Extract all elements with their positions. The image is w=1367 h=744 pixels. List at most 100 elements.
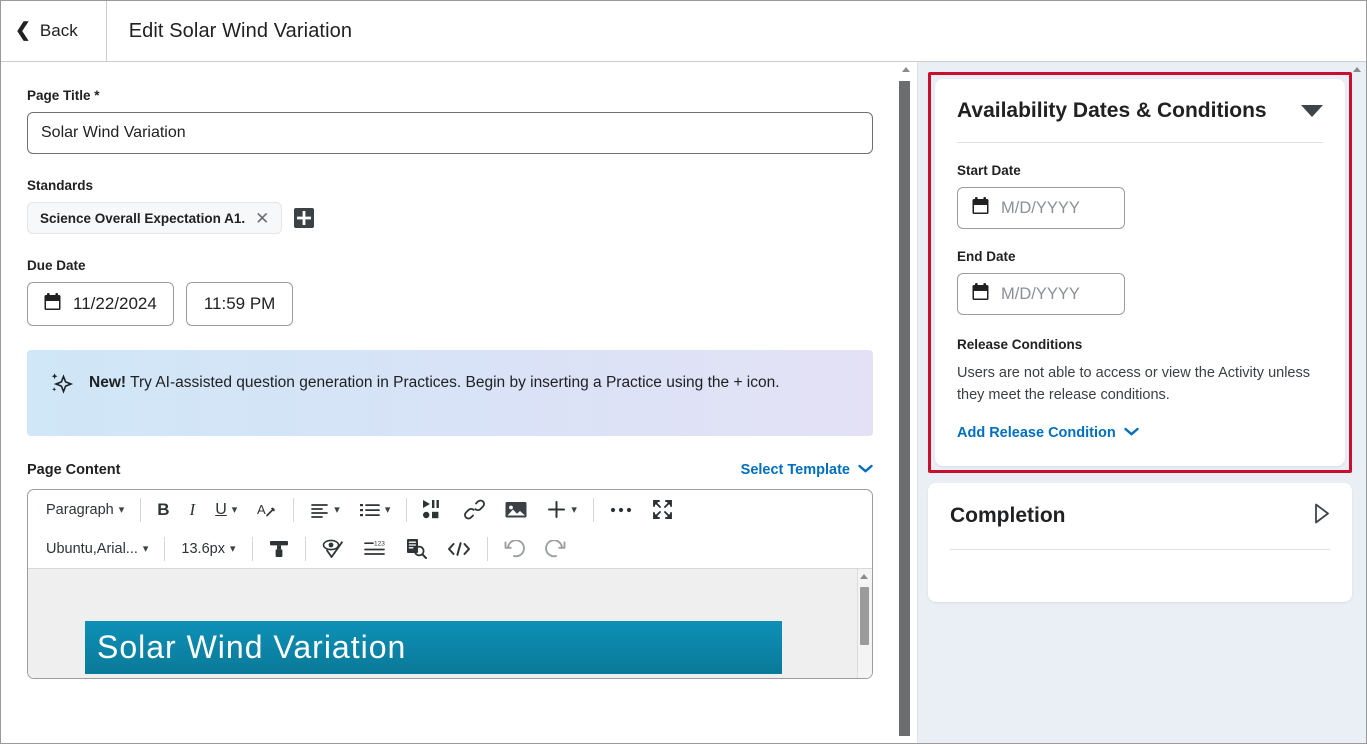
insert-link-icon[interactable] — [454, 495, 495, 525]
completion-card-header[interactable]: Completion — [950, 503, 1330, 529]
chevron-down-icon: ▾ — [384, 504, 391, 516]
more-options-icon[interactable] — [600, 495, 642, 525]
ai-promo-body: Try AI-assisted question generation in P… — [126, 374, 780, 391]
add-standard-button[interactable] — [294, 208, 315, 228]
italic-button[interactable]: I — [180, 495, 206, 525]
editor-scrollbar[interactable] — [857, 569, 872, 678]
source-code-icon[interactable] — [437, 534, 481, 564]
format-painter-icon[interactable] — [259, 534, 299, 564]
align-left-icon — [310, 502, 329, 518]
underline-button[interactable]: U ▾ — [205, 495, 247, 525]
font-size-label: 13.6px — [181, 540, 225, 557]
paragraph-style-label: Paragraph — [46, 501, 114, 518]
start-date-input[interactable]: M/D/YYYY — [957, 187, 1125, 229]
availability-card: Availability Dates & Conditions Start Da… — [935, 79, 1345, 466]
editor-content-canvas[interactable]: Solar Wind Variation — [28, 568, 872, 678]
undo-icon[interactable] — [494, 534, 535, 564]
svg-text:123: 123 — [374, 540, 385, 547]
page-title-input[interactable] — [27, 112, 873, 154]
page-content-header: Page Content Select Template — [27, 462, 873, 478]
chevron-down-icon: ▾ — [118, 504, 125, 516]
release-conditions-description: Users are not able to access or view the… — [957, 365, 1310, 404]
underline-label: U — [215, 500, 227, 518]
edit-activity-window: ❮ Back Edit Solar Wind Variation Page Ti… — [0, 0, 1367, 744]
toolbar-divider — [406, 497, 408, 522]
panel-scroll-up-arrow-icon[interactable] — [1353, 67, 1361, 72]
main-scrollbar[interactable] — [894, 62, 918, 743]
completion-card: Completion — [928, 482, 1352, 602]
align-button[interactable]: ▾ — [300, 495, 350, 525]
ai-promo-text: New! Try AI-assisted question generation… — [89, 368, 780, 418]
due-time-value: 11:59 PM — [203, 294, 276, 313]
main-form-column: Page Title * Standards Science Overall E… — [1, 62, 894, 743]
toolbar-divider — [293, 497, 295, 522]
standard-chip-label: Science Overall Expectation A1. — [40, 210, 246, 226]
bold-button[interactable]: B — [147, 495, 179, 525]
toolbar-divider — [486, 536, 488, 561]
insert-plus-button[interactable]: ▾ — [537, 495, 587, 525]
toolbar-divider — [592, 497, 594, 522]
due-date-value: 11/22/2024 — [73, 294, 157, 313]
standards-chip-row: Science Overall Expectation A1. ✕ — [27, 202, 869, 234]
availability-title: Availability Dates & Conditions — [957, 99, 1267, 122]
document-search-icon[interactable] — [396, 534, 437, 564]
scroll-up-arrow-icon[interactable] — [860, 574, 868, 579]
scroll-up-arrow-icon[interactable] — [902, 67, 910, 72]
standard-chip[interactable]: Science Overall Expectation A1. ✕ — [27, 202, 283, 234]
due-date-input[interactable]: 11/22/2024 — [27, 282, 174, 326]
due-time-input[interactable]: 11:59 PM — [185, 282, 294, 326]
start-date-placeholder: M/D/YYYY — [1001, 198, 1080, 217]
end-date-input[interactable]: M/D/YYYY — [957, 273, 1125, 315]
chevron-down-icon: ▾ — [142, 543, 149, 555]
chevron-down-icon: ▾ — [231, 504, 238, 516]
add-release-condition-button[interactable]: Add Release Condition — [957, 425, 1139, 441]
redo-icon[interactable] — [535, 534, 576, 564]
text-color-button[interactable]: A — [247, 495, 287, 525]
rich-text-editor: Paragraph ▾ B I U ▾ A ▾ ▾ ▾ Ubuntu,Arial… — [27, 489, 873, 679]
list-button[interactable]: ▾ — [350, 495, 401, 525]
bold-label: B — [157, 499, 170, 519]
completion-title: Completion — [950, 503, 1066, 527]
due-date-field-group: Due Date 11/22/2024 11:59 PM — [27, 258, 869, 326]
standards-label: Standards — [27, 178, 94, 193]
back-button[interactable]: ❮ Back — [1, 1, 107, 61]
body: Page Title * Standards Science Overall E… — [1, 62, 1366, 743]
release-conditions-label: Release Conditions — [957, 337, 1083, 352]
page-title: Edit Solar Wind Variation — [128, 19, 353, 42]
standards-field-group: Standards Science Overall Expectation A1… — [27, 178, 869, 234]
divider — [950, 548, 1330, 550]
font-size-dropdown[interactable]: 13.6px ▾ — [171, 534, 245, 564]
select-template-button[interactable]: Select Template — [741, 462, 873, 478]
toolbar-divider — [164, 536, 166, 561]
paragraph-style-dropdown[interactable]: Paragraph ▾ — [36, 495, 134, 525]
start-date-label: Start Date — [957, 163, 1021, 178]
page-content-label: Page Content — [27, 462, 121, 478]
divider — [957, 142, 1323, 143]
ai-promo-new-label: New! — [89, 374, 127, 391]
insert-image-icon[interactable] — [495, 495, 537, 525]
chevron-down-icon — [858, 462, 873, 478]
app-header: ❮ Back Edit Solar Wind Variation — [1, 1, 1366, 62]
main-scrollbar-thumb[interactable] — [899, 81, 910, 736]
availability-highlight: Availability Dates & Conditions Start Da… — [928, 72, 1352, 473]
collapse-triangle-down-icon[interactable] — [1301, 105, 1323, 117]
chevron-down-icon: ▾ — [229, 543, 236, 555]
ai-promo-banner: New! Try AI-assisted question generation… — [27, 350, 873, 436]
due-date-row: 11/22/2024 11:59 PM — [27, 282, 869, 326]
insert-media-icon[interactable] — [413, 495, 454, 525]
side-panel: Availability Dates & Conditions Start Da… — [918, 62, 1366, 743]
word-count-icon[interactable]: 123 — [354, 534, 396, 564]
fullscreen-icon[interactable] — [642, 495, 683, 525]
close-icon[interactable]: ✕ — [255, 210, 269, 227]
expand-triangle-right-icon[interactable] — [1314, 503, 1330, 529]
accessibility-check-icon[interactable] — [312, 534, 354, 564]
svg-text:A: A — [257, 502, 266, 517]
availability-card-header[interactable]: Availability Dates & Conditions — [957, 99, 1323, 123]
calendar-icon — [972, 196, 989, 220]
end-date-group: End Date M/D/YYYY — [957, 249, 1323, 315]
font-family-dropdown[interactable]: Ubuntu,Arial... ▾ — [36, 534, 158, 564]
toolbar-divider — [140, 497, 142, 522]
content-heading-banner: Solar Wind Variation — [85, 621, 782, 674]
editor-scrollbar-thumb[interactable] — [860, 587, 869, 645]
select-template-label: Select Template — [740, 462, 850, 478]
